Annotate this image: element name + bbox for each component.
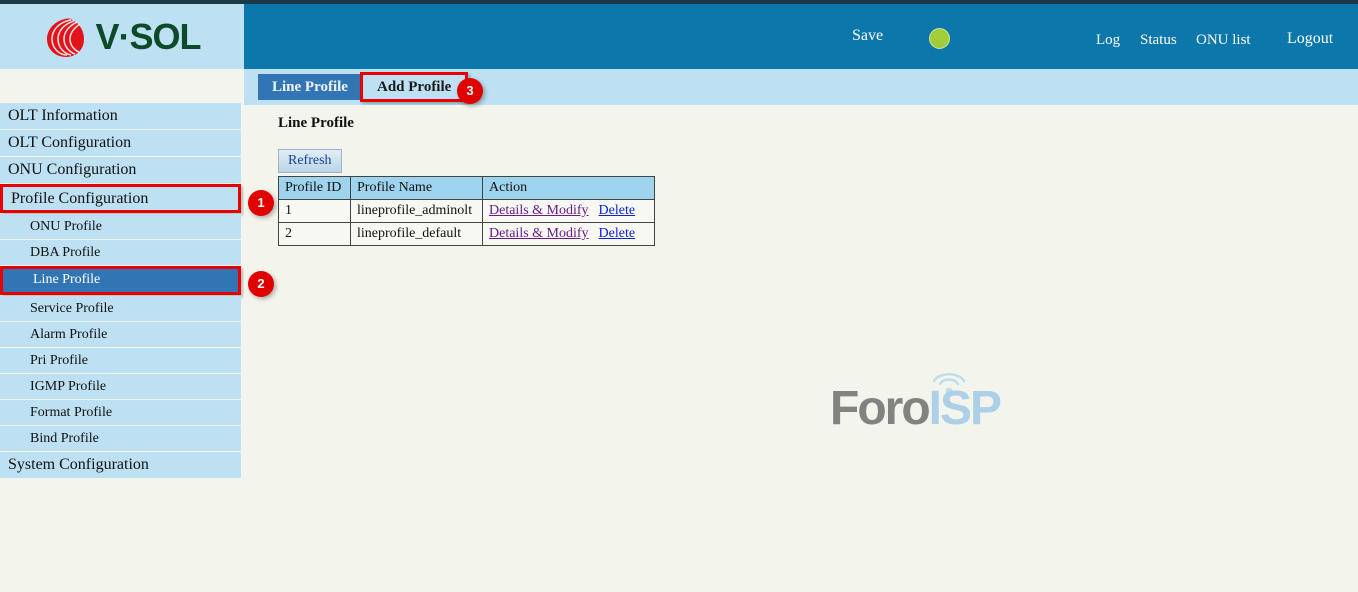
sidebar-item-format-profile[interactable]: Format Profile bbox=[0, 400, 241, 425]
sidebar-item-olt-information[interactable]: OLT Information bbox=[0, 103, 241, 129]
watermark-text-isp: ISP bbox=[929, 382, 1000, 435]
watermark-text-foro: Foro bbox=[830, 382, 929, 435]
details-modify-link[interactable]: Details & Modify bbox=[489, 226, 589, 241]
header-link-onu-list[interactable]: ONU list bbox=[1196, 32, 1251, 49]
cell-profile-name: lineprofile_default bbox=[351, 223, 483, 246]
foroisp-watermark: ForoISP bbox=[830, 367, 1030, 437]
sidebar-item-service-profile[interactable]: Service Profile bbox=[0, 296, 241, 321]
vsol-swirl-icon bbox=[43, 14, 89, 60]
column-header-profile-name: Profile Name bbox=[351, 177, 483, 200]
line-profile-table: Profile ID Profile Name Action 1 linepro… bbox=[278, 176, 655, 246]
sidebar-item-line-profile[interactable]: Line Profile bbox=[0, 266, 241, 295]
cell-profile-id: 2 bbox=[279, 223, 351, 246]
column-header-profile-id: Profile ID bbox=[279, 177, 351, 200]
sidebar-item-bind-profile[interactable]: Bind Profile bbox=[0, 426, 241, 451]
status-indicator-icon bbox=[929, 28, 950, 49]
page-title: Line Profile bbox=[278, 115, 354, 132]
step-marker-3: 3 bbox=[457, 78, 483, 104]
header-link-log[interactable]: Log bbox=[1096, 32, 1120, 49]
top-header-bar: Save Log Status ONU list Logout bbox=[244, 4, 1358, 69]
cell-action: Details & Modify Delete bbox=[483, 223, 655, 246]
sidebar-item-onu-configuration[interactable]: ONU Configuration bbox=[0, 157, 241, 183]
brand-logo-text: V·SOL bbox=[95, 19, 200, 55]
table-row: 1 lineprofile_adminolt Details & ModifyD… bbox=[279, 200, 655, 223]
details-modify-link[interactable]: Details & Modify bbox=[489, 203, 589, 218]
sidebar-item-dba-profile[interactable]: DBA Profile bbox=[0, 240, 241, 265]
tab-line-profile[interactable]: Line Profile bbox=[258, 74, 362, 100]
step-marker-1: 1 bbox=[248, 190, 274, 216]
tab-bar: Line Profile Add Profile bbox=[244, 69, 1358, 105]
sidebar-item-pri-profile[interactable]: Pri Profile bbox=[0, 348, 241, 373]
cell-profile-name: lineprofile_adminolt bbox=[351, 200, 483, 223]
sidebar-item-igmp-profile[interactable]: IGMP Profile bbox=[0, 374, 241, 399]
sidebar-item-onu-profile[interactable]: ONU Profile bbox=[0, 214, 241, 239]
table-header-row: Profile ID Profile Name Action bbox=[279, 177, 655, 200]
sidebar-item-system-configuration[interactable]: System Configuration bbox=[0, 452, 241, 478]
cell-action: Details & Modify Delete bbox=[483, 200, 655, 223]
column-header-action: Action bbox=[483, 177, 655, 200]
main-content: Line Profile Refresh Profile ID Profile … bbox=[244, 105, 1358, 592]
sidebar-item-alarm-profile[interactable]: Alarm Profile bbox=[0, 322, 241, 347]
cell-profile-id: 1 bbox=[279, 200, 351, 223]
sidebar-item-olt-configuration[interactable]: OLT Configuration bbox=[0, 130, 241, 156]
sidebar-item-profile-configuration[interactable]: Profile Configuration bbox=[0, 184, 241, 213]
header-link-status[interactable]: Status bbox=[1140, 32, 1177, 49]
delete-link[interactable]: Delete bbox=[599, 203, 636, 218]
table-row: 2 lineprofile_default Details & ModifyDe… bbox=[279, 223, 655, 246]
sidebar-nav: OLT Information OLT Configuration ONU Co… bbox=[0, 103, 244, 492]
step-marker-2: 2 bbox=[248, 271, 274, 297]
app-root: V·SOL Save Log Status ONU list Logout Li… bbox=[0, 0, 1358, 592]
delete-link[interactable]: Delete bbox=[599, 226, 636, 241]
signal-tower-icon bbox=[926, 367, 972, 401]
tab-add-profile[interactable]: Add Profile bbox=[360, 72, 468, 102]
refresh-button[interactable]: Refresh bbox=[278, 149, 342, 173]
save-button[interactable]: Save bbox=[852, 27, 883, 45]
logo-panel: V·SOL bbox=[0, 4, 244, 69]
header-link-logout[interactable]: Logout bbox=[1287, 30, 1333, 48]
